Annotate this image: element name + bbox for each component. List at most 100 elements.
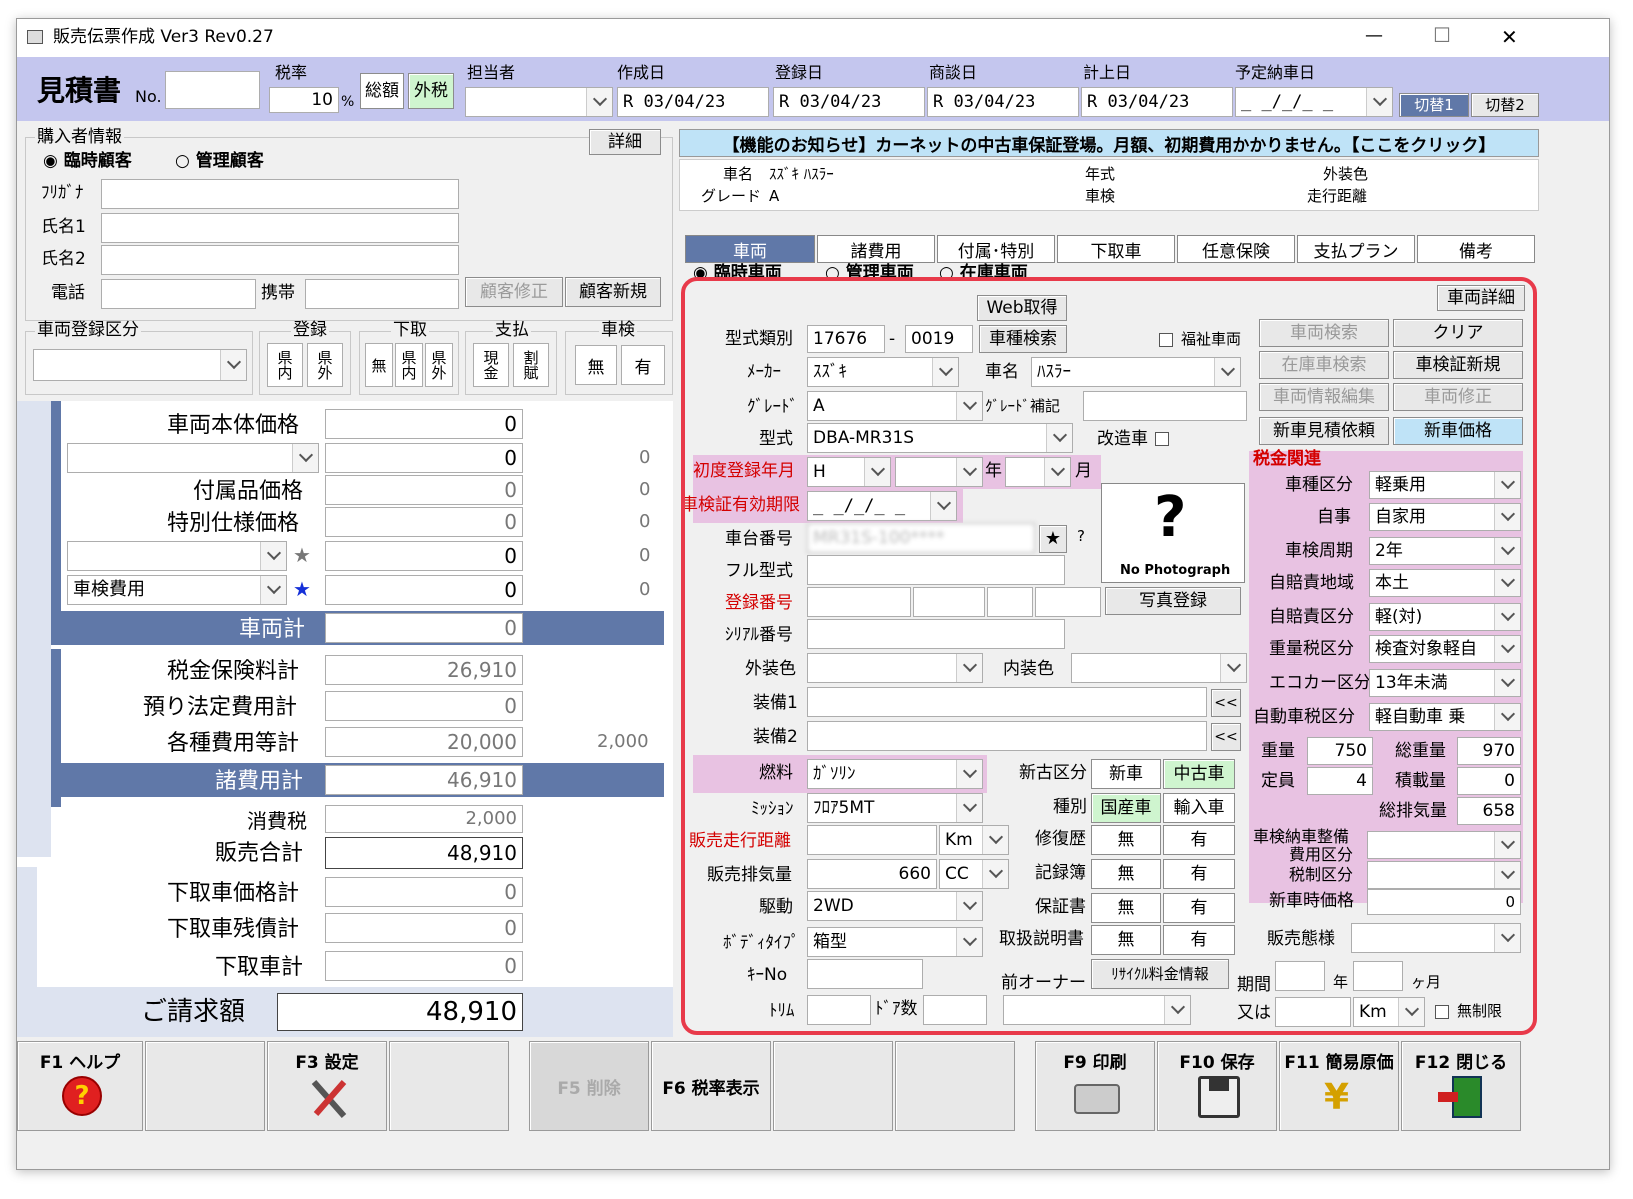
weight-tax-select[interactable]: 検査対象軽自: [1369, 635, 1521, 663]
period-km-unit-select[interactable]: Km: [1353, 997, 1425, 1027]
radio-managed-customer[interactable]: ○ 管理顧客: [175, 153, 264, 170]
customer-edit-button[interactable]: 顧客修正: [465, 277, 563, 307]
f1-help-button[interactable]: F1 ヘルプ ?: [17, 1041, 143, 1131]
reg-no-kana[interactable]: [987, 587, 1033, 617]
cert-new-button[interactable]: 車検証新規: [1393, 351, 1523, 379]
close-button[interactable]: ✕: [1501, 27, 1518, 47]
tax-rate-input[interactable]: 10: [269, 87, 339, 113]
created-date[interactable]: R 03/04/23: [617, 87, 769, 117]
model-no-2[interactable]: 0019: [905, 325, 973, 353]
radio-stock-vehicle[interactable]: ○ 在庫車両: [939, 265, 1028, 282]
chassis-input[interactable]: MR31S-100****: [807, 523, 1035, 553]
excl-tax-button[interactable]: 外税: [408, 73, 454, 109]
import-button[interactable]: 輸入車: [1163, 793, 1235, 823]
f6-tax-display-button[interactable]: F6 税率表示: [651, 1041, 771, 1131]
switch2-button[interactable]: 切替2: [1471, 93, 1539, 117]
mileage-unit-select[interactable]: Km: [939, 825, 1009, 855]
record-no-button[interactable]: 無: [1091, 859, 1161, 889]
type-search-button[interactable]: 車種検索: [979, 325, 1067, 353]
tax-div-select[interactable]: [1367, 861, 1521, 889]
inspect-fee-price[interactable]: 0: [325, 575, 523, 605]
inspect-none-toggle[interactable]: 無: [575, 345, 617, 385]
trade-in-pref-toggle[interactable]: 県内: [395, 343, 423, 387]
radio-temp-vehicle[interactable]: ◉ 臨時車両: [693, 265, 782, 282]
inspect-fee-select[interactable]: 車検費用: [67, 575, 287, 605]
unlimited-checkbox[interactable]: [1435, 1005, 1449, 1019]
option-select-1[interactable]: [67, 443, 319, 473]
disp-unit-select[interactable]: CC: [939, 859, 1009, 889]
buyer-detail-button[interactable]: 詳細: [589, 129, 661, 155]
reg-category-select[interactable]: [33, 349, 247, 381]
fuel-select[interactable]: ｶﾞｿﾘﾝ: [807, 759, 983, 789]
customer-new-button[interactable]: 顧客新規: [565, 277, 661, 307]
vehicle-search-button[interactable]: 車両検索: [1259, 319, 1389, 347]
manual-yes-button[interactable]: 有: [1163, 925, 1235, 955]
first-reg-year-select[interactable]: [895, 457, 983, 487]
new-car-price-input[interactable]: 0: [1367, 889, 1521, 915]
tab-notes[interactable]: 備考: [1417, 235, 1535, 263]
tab-vehicle[interactable]: 車両: [685, 235, 815, 263]
total-tax-button[interactable]: 総額: [360, 73, 404, 109]
grade-select[interactable]: A: [807, 391, 983, 421]
new-estimate-button[interactable]: 新車見積依頼: [1259, 417, 1389, 445]
tab-tradein[interactable]: 下取車: [1057, 235, 1175, 263]
registered-date[interactable]: R 03/04/23: [773, 87, 925, 117]
key-no-input[interactable]: [807, 959, 923, 989]
mission-select[interactable]: ﾌﾛｱ5MT: [807, 793, 983, 823]
switch1-button[interactable]: 切替1: [1399, 93, 1469, 117]
maker-select[interactable]: ｽｽﾞｷ: [807, 357, 959, 387]
reg-out-pref-toggle[interactable]: 県外: [307, 343, 343, 387]
chassis-help-icon[interactable]: ?: [1077, 529, 1085, 544]
option-select-2[interactable]: [67, 541, 287, 571]
tab-payment[interactable]: 支払プラン: [1297, 235, 1415, 263]
minimize-button[interactable]: —: [1365, 27, 1383, 45]
tab-accessories[interactable]: 付属･特別: [937, 235, 1055, 263]
furigana-input[interactable]: [101, 179, 459, 209]
delivery-date[interactable]: _ _/_/_ _: [1235, 87, 1393, 117]
cycle-select[interactable]: 2年: [1369, 537, 1521, 565]
star-icon[interactable]: ★: [1039, 525, 1067, 553]
f12-close-button[interactable]: F12 閉じる: [1401, 1041, 1521, 1131]
negotiation-date[interactable]: R 03/04/23: [927, 87, 1079, 117]
prev-owner-select[interactable]: [1003, 995, 1191, 1025]
warranty-no-button[interactable]: 無: [1091, 893, 1161, 923]
info-edit-button[interactable]: 車両情報編集: [1259, 383, 1389, 411]
equip1-input[interactable]: [807, 687, 1207, 717]
car-name-select[interactable]: ﾊｽﾗｰ: [1031, 357, 1241, 387]
option-price-1[interactable]: 0: [325, 443, 523, 473]
f11-cost-button[interactable]: F11 簡易原価 ¥: [1279, 1041, 1399, 1131]
new-car-button[interactable]: 新車: [1091, 759, 1161, 789]
booking-date[interactable]: R 03/04/23: [1081, 87, 1233, 117]
period-year-input[interactable]: [1275, 961, 1325, 991]
full-model-input[interactable]: [807, 555, 1065, 585]
clear-button[interactable]: クリア: [1393, 319, 1523, 347]
reg-no-number[interactable]: [1035, 587, 1101, 617]
name1-input[interactable]: [101, 213, 459, 243]
phone-input[interactable]: [101, 279, 256, 309]
f3-settings-button[interactable]: F3 設定: [267, 1041, 387, 1131]
domestic-button[interactable]: 国産車: [1091, 793, 1161, 823]
displacement-input[interactable]: 658: [1457, 797, 1521, 825]
option-price-2[interactable]: 0: [325, 541, 523, 571]
f10-save-button[interactable]: F10 保存: [1157, 1041, 1277, 1131]
body-price-input[interactable]: 0: [325, 409, 523, 439]
weight-input[interactable]: 750: [1307, 737, 1373, 765]
manual-no-button[interactable]: 無: [1091, 925, 1161, 955]
gross-input[interactable]: 970: [1457, 737, 1521, 765]
maximize-button[interactable]: ☐: [1433, 25, 1451, 45]
equip1-back-button[interactable]: <<: [1211, 689, 1241, 717]
period-km-input[interactable]: [1275, 997, 1351, 1027]
maint-select[interactable]: [1367, 831, 1521, 859]
grade-sup-input[interactable]: [1083, 391, 1247, 421]
capacity-input[interactable]: 4: [1307, 767, 1373, 795]
cmi-region-select[interactable]: 本土: [1369, 569, 1521, 597]
trade-out-pref-toggle[interactable]: 県外: [425, 343, 453, 387]
repair-no-button[interactable]: 無: [1091, 825, 1161, 855]
stock-search-button[interactable]: 在庫車検索: [1259, 351, 1389, 379]
era-select[interactable]: H: [807, 457, 891, 487]
eco-select[interactable]: 13年未満: [1369, 669, 1521, 697]
f5-delete-button[interactable]: F5 削除: [529, 1041, 649, 1131]
period-month-input[interactable]: [1353, 961, 1403, 991]
recycle-info-button[interactable]: ﾘｻｲｸﾙ料金情報: [1091, 959, 1229, 989]
sale-mode-select[interactable]: [1351, 923, 1521, 953]
